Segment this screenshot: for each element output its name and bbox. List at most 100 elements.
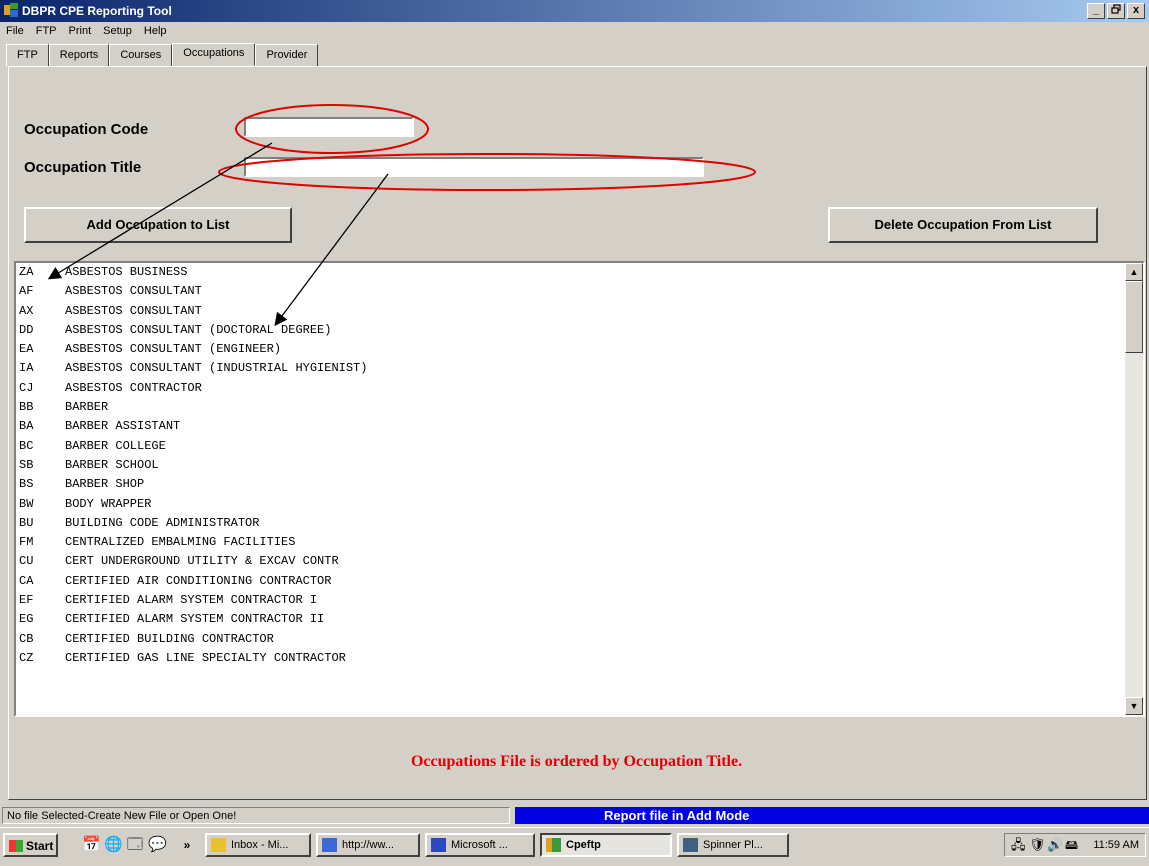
desktop-icon[interactable]: 🗔 xyxy=(126,836,144,854)
menu-bar: File FTP Print Setup Help xyxy=(0,22,1149,42)
occupation-code: EF xyxy=(19,593,34,608)
ie-icon[interactable]: 🌐 xyxy=(104,836,123,854)
task-spinner[interactable]: Spinner Pl... xyxy=(677,833,789,857)
occupation-code: DD xyxy=(19,322,34,337)
list-item[interactable]: BC BARBER COLLEGE xyxy=(16,437,1143,456)
spinner-icon xyxy=(683,838,698,852)
list-item[interactable]: CZ CERTIFIED GAS LINE SPECIALTY CONTRACTO… xyxy=(16,649,1143,668)
delete-occupation-button[interactable]: Delete Occupation From List xyxy=(828,207,1098,243)
occupation-code: BW xyxy=(19,496,34,511)
tab-strip: FTP Reports Courses Occupations Provider xyxy=(6,43,319,67)
list-item[interactable]: BA BARBER ASSISTANT xyxy=(16,417,1143,436)
menu-ftp[interactable]: FTP xyxy=(30,22,63,37)
ordering-note: Occupations File is ordered by Occupatio… xyxy=(410,753,743,770)
network-icon[interactable]: 🖧 xyxy=(1011,838,1026,852)
occupation-title: CERTIFIED ALARM SYSTEM CONTRACTOR I xyxy=(65,593,318,608)
occupation-code: BB xyxy=(19,400,34,415)
occupation-title: BARBER SCHOOL xyxy=(65,457,159,472)
list-item[interactable]: BW BODY WRAPPER xyxy=(16,495,1143,514)
tab-reports[interactable]: Reports xyxy=(48,44,110,67)
browser-icon xyxy=(322,838,337,852)
tab-ftp[interactable]: FTP xyxy=(6,44,49,67)
occupation-code: EA xyxy=(19,342,34,357)
add-occupation-button[interactable]: Add Occupation to List xyxy=(24,207,292,243)
menu-help[interactable]: Help xyxy=(138,22,173,37)
restore-icon xyxy=(1111,4,1121,14)
window-controls: _ x xyxy=(1087,3,1145,19)
start-button[interactable]: Start xyxy=(3,833,58,857)
occupation-code: CA xyxy=(19,573,34,588)
tab-occupations[interactable]: Occupations xyxy=(172,43,256,66)
list-item[interactable]: EG CERTIFIED ALARM SYSTEM CONTRACTOR II xyxy=(16,610,1143,629)
tab-courses[interactable]: Courses xyxy=(109,44,173,67)
task-word[interactable]: Microsoft ... xyxy=(425,833,535,857)
task-spinner-label: Spinner Pl... xyxy=(703,839,763,851)
minimize-button[interactable]: _ xyxy=(1087,3,1105,19)
occupation-title: BARBER ASSISTANT xyxy=(65,419,181,434)
close-button[interactable]: x xyxy=(1127,3,1145,19)
occupation-title: ASBESTOS CONSULTANT (INDUSTRIAL HYGIENIS… xyxy=(65,361,368,376)
scroll-down-button[interactable]: ▼ xyxy=(1125,697,1143,715)
list-item[interactable]: EF CERTIFIED ALARM SYSTEM CONTRACTOR I xyxy=(16,591,1143,610)
messenger-icon[interactable]: 💬 xyxy=(148,836,167,854)
list-item[interactable]: EA ASBESTOS CONSULTANT (ENGINEER) xyxy=(16,340,1143,359)
occupation-title: BARBER SHOP xyxy=(65,477,145,492)
outlook-icon[interactable]: 📅 xyxy=(82,836,101,854)
list-item[interactable]: AX ASBESTOS CONSULTANT xyxy=(16,302,1143,321)
title-bar: DBPR CPE Reporting Tool _ x xyxy=(0,0,1149,22)
task-inbox[interactable]: Inbox - Mi... xyxy=(205,833,311,857)
start-label: Start xyxy=(26,839,54,853)
task-cpeftp[interactable]: Cpeftp xyxy=(540,833,672,857)
scroll-thumb[interactable] xyxy=(1125,281,1143,353)
occupation-title: ASBESTOS CONSULTANT (ENGINEER) xyxy=(65,342,282,357)
occupation-title: CERT UNDERGROUND UTILITY & EXCAV CONTR xyxy=(65,554,339,569)
restore-button[interactable] xyxy=(1107,3,1125,19)
occupation-code: FM xyxy=(19,535,34,550)
occupation-title: BODY WRAPPER xyxy=(65,496,152,511)
clock: 11:59 AM xyxy=(1093,839,1139,851)
occupation-code: SB xyxy=(19,457,34,472)
list-scrollbar[interactable]: ▲ ▼ xyxy=(1125,263,1143,715)
shield-icon[interactable]: 🛡 xyxy=(1029,838,1046,852)
occupation-title-input[interactable] xyxy=(244,157,704,177)
list-item[interactable]: ZA ASBESTOS BUSINESS xyxy=(16,263,1143,282)
task-inbox-label: Inbox - Mi... xyxy=(231,839,289,851)
list-item[interactable]: AF ASBESTOS CONSULTANT xyxy=(16,282,1143,301)
status-message: No file Selected-Create New File or Open… xyxy=(2,807,510,824)
list-item[interactable]: CU CERT UNDERGROUND UTILITY & EXCAV CONTR xyxy=(16,552,1143,571)
list-item[interactable]: BB BARBER xyxy=(16,398,1143,417)
list-item[interactable]: SB BARBER SCHOOL xyxy=(16,456,1143,475)
task-cpeftp-label: Cpeftp xyxy=(566,839,601,851)
list-item[interactable]: CB CERTIFIED BUILDING CONTRACTOR xyxy=(16,630,1143,649)
occupation-title: ASBESTOS CONSULTANT (DOCTORAL DEGREE) xyxy=(65,322,332,337)
list-item[interactable]: BS BARBER SHOP xyxy=(16,475,1143,494)
menu-setup[interactable]: Setup xyxy=(97,22,138,37)
list-item[interactable]: IA ASBESTOS CONSULTANT (INDUSTRIAL HYGIEN… xyxy=(16,359,1143,378)
menu-print[interactable]: Print xyxy=(63,22,98,37)
quicklaunch-overflow[interactable]: » xyxy=(178,836,196,854)
occupation-code: EG xyxy=(19,612,34,627)
list-item[interactable]: DD ASBESTOS CONSULTANT (DOCTORAL DEGREE) xyxy=(16,321,1143,340)
device-icon[interactable]: 🖴 xyxy=(1065,838,1079,852)
tab-provider[interactable]: Provider xyxy=(255,44,319,67)
volume-icon[interactable]: 🔊 xyxy=(1047,838,1063,852)
occupation-code-input[interactable] xyxy=(244,117,414,137)
list-item[interactable]: BU BUILDING CODE ADMINISTRATOR xyxy=(16,514,1143,533)
list-item[interactable]: FM CENTRALIZED EMBALMING FACILITIES xyxy=(16,533,1143,552)
occupation-title: ASBESTOS CONSULTANT xyxy=(65,284,202,299)
occupation-code-label: Occupation Code xyxy=(24,121,149,138)
occupation-title: ASBESTOS CONTRACTOR xyxy=(65,380,202,395)
occupation-list[interactable]: ZA ASBESTOS BUSINESS AF ASBESTOS CONSULTANT… xyxy=(14,261,1145,717)
occupation-code: ZA xyxy=(19,265,34,279)
scroll-up-button[interactable]: ▲ xyxy=(1125,263,1143,281)
taskbar: Start 📅 🌐 🗔 💬 » Inbox - Mi... http://ww.… xyxy=(0,827,1149,866)
occupation-title-label: Occupation Title xyxy=(24,159,142,176)
menu-file[interactable]: File xyxy=(0,22,30,37)
list-item[interactable]: CJ ASBESTOS CONTRACTOR xyxy=(16,379,1143,398)
cpeftp-icon xyxy=(546,838,561,852)
window-title: DBPR CPE Reporting Tool xyxy=(22,4,172,18)
task-browser[interactable]: http://ww... xyxy=(316,833,420,857)
app-icon xyxy=(4,3,18,17)
list-item[interactable]: CA CERTIFIED AIR CONDITIONING CONTRACTOR xyxy=(16,572,1143,591)
occupation-title: CERTIFIED BUILDING CONTRACTOR xyxy=(65,631,274,646)
